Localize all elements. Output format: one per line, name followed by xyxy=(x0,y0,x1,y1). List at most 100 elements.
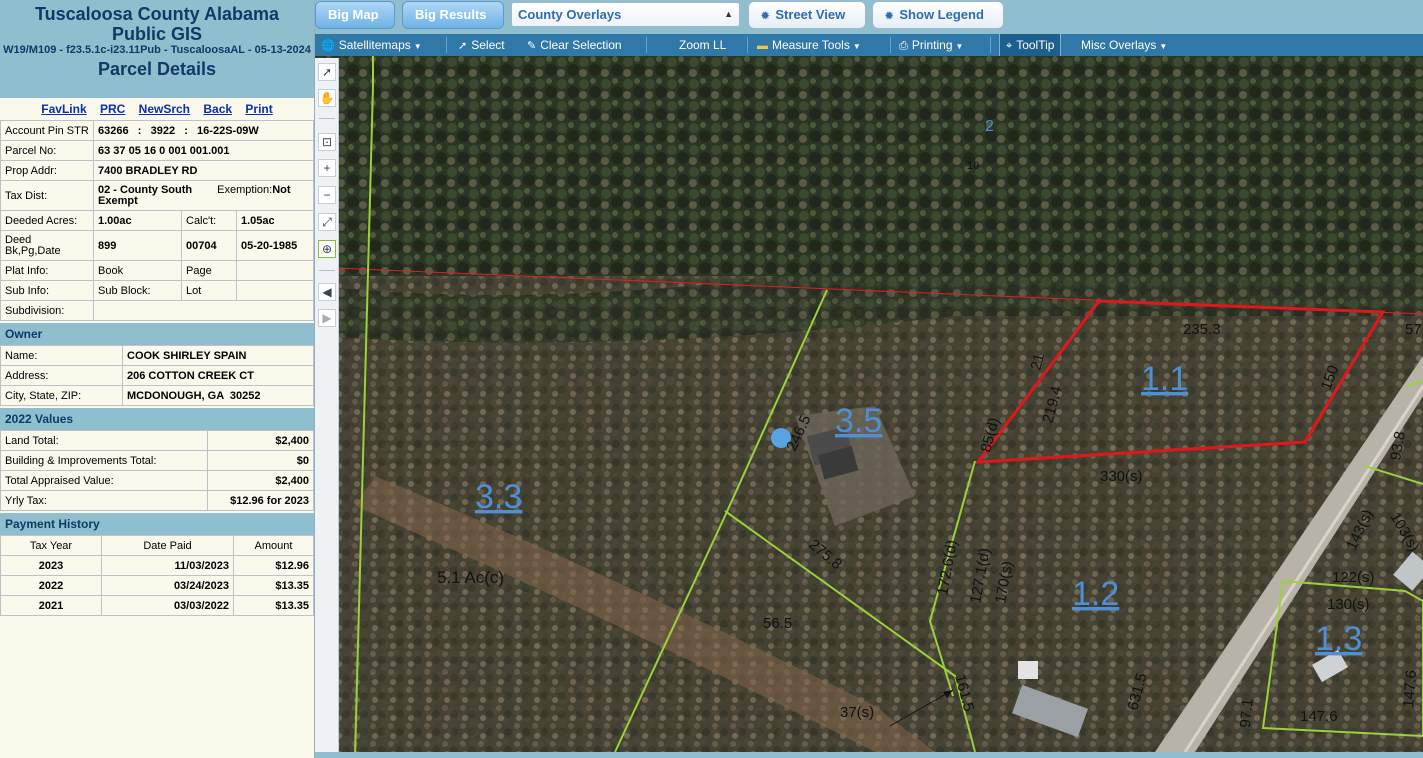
pan-hand-icon[interactable]: ✋ xyxy=(318,89,336,107)
deed-page: 00704 xyxy=(181,230,237,261)
dimension-label: 275.8 xyxy=(805,536,845,573)
dimension-label: 147.6 xyxy=(1400,669,1420,708)
dimension-label: 235.3 xyxy=(1183,321,1221,338)
dimension-label: 122(s) xyxy=(1332,569,1375,586)
toolbar-divider xyxy=(890,37,891,53)
deed-date: 05-20-1985 xyxy=(236,230,314,261)
tax-dist-value: 02 - County South Exemption:Not Exempt xyxy=(93,180,314,211)
tooltip-icon: ⌖ xyxy=(1006,40,1013,52)
print-link[interactable]: Print xyxy=(245,102,272,116)
parcel-boundary-line xyxy=(354,56,374,752)
account-label: Account Pin STR xyxy=(0,120,94,141)
table-row: Prop Addr: 7400 BRADLEY RD xyxy=(0,160,314,181)
dimension-label: 330(s) xyxy=(1100,468,1143,485)
parcel-label-3-5[interactable]: 3.5 xyxy=(835,402,882,440)
select-tool[interactable]: ➚ Select xyxy=(458,34,505,56)
basemap-menu[interactable]: 🌐 Satellitemaps ▼ xyxy=(321,34,422,56)
printing-label: Printing xyxy=(911,38,953,52)
big-results-button[interactable]: Big Results xyxy=(402,1,504,29)
zoom-box-icon[interactable]: ⊡ xyxy=(318,133,336,151)
newsrch-link[interactable]: NewSrch xyxy=(139,102,190,116)
zoom-out-icon[interactable]: − xyxy=(318,186,336,204)
measure-tools-label: Measure Tools xyxy=(772,38,850,52)
dimension-label: 97.1 xyxy=(1237,698,1256,729)
site-title: Tuscaloosa County Alabama Public GIS xyxy=(0,4,314,44)
acreage-label: 5.1 Ac(c) xyxy=(437,568,504,587)
zoom-selection-icon[interactable]: ⊕ xyxy=(318,240,336,258)
dimension-label: 21 xyxy=(1027,352,1048,373)
dimension-label: 143(s) xyxy=(1343,507,1376,553)
parcel-label-1-2[interactable]: 1.2 xyxy=(1072,575,1119,613)
deeded-acres-label: Deeded Acres: xyxy=(0,210,94,231)
col-header-tax-year: Tax Year xyxy=(0,535,102,556)
clear-selection-tool[interactable]: ✎ Clear Selection xyxy=(527,34,622,56)
zoom-in-icon[interactable]: + xyxy=(318,159,336,177)
table-row: 2023 11/03/2023 $12.96 xyxy=(0,555,314,576)
pay-date: 03/24/2023 xyxy=(101,575,234,596)
tooltip-toggle[interactable]: ⌖ ToolTip xyxy=(999,34,1062,56)
deeded-acres-value: 1.00ac xyxy=(93,210,182,231)
full-extent-icon[interactable]: ⤢ xyxy=(318,213,336,231)
dimension-label: 219.4 xyxy=(1039,384,1065,425)
misc-overlays-menu[interactable]: Misc Overlays ▼ xyxy=(1081,34,1167,56)
show-legend-button[interactable]: ✹ Show Legend xyxy=(872,1,1004,29)
pointer-tool-icon[interactable]: ➚ xyxy=(318,63,336,81)
parcel-label-1-1[interactable]: 1.1 xyxy=(1141,360,1188,398)
calct-value: 1.05ac xyxy=(236,210,314,231)
parcel-label-3-3[interactable]: 3.3 xyxy=(475,478,522,516)
parcel-label-1-3[interactable]: 1.3 xyxy=(1315,620,1362,658)
pay-date: 03/03/2022 xyxy=(101,595,234,616)
plat-label: Plat Info: xyxy=(0,260,94,281)
zoom-ll-tool[interactable]: Zoom LL xyxy=(679,34,726,56)
parcel-no-value: 63 37 05 16 0 001 001.001 xyxy=(93,140,314,161)
value-amount: $0 xyxy=(207,450,314,471)
site-title-line-1: Tuscaloosa County Alabama xyxy=(34,4,280,24)
table-row: Account Pin STR 63266 : 3922 : 16-22S-09… xyxy=(0,120,314,141)
value-label: Land Total: xyxy=(0,430,208,451)
site-title-line-2: Public GIS xyxy=(111,24,203,44)
county-overlays-select[interactable]: County Overlays ▲▼ xyxy=(511,2,740,42)
prc-link[interactable]: PRC xyxy=(100,102,125,116)
dimension-label: 37(s) xyxy=(840,704,874,721)
table-row: City, State, ZIP: MCDONOUGH, GA 30252 xyxy=(0,385,314,406)
parcel-info-table: Account Pin STR 63266 : 3922 : 16-22S-09… xyxy=(0,120,314,321)
account-value: 63266 : 3922 : 16-22S-09W xyxy=(93,120,314,141)
table-row: Plat Info: Book Page xyxy=(0,260,314,281)
panel-title: Parcel Details xyxy=(97,59,217,79)
owner-address: 206 COTTON CREEK CT xyxy=(122,365,314,386)
map-canvas[interactable]: 1.1 1.2 1.3 3.3 3.5 2 5.1 Ac(c) 10 235.3… xyxy=(315,56,1423,752)
table-row: Building & Improvements Total: $0 xyxy=(0,450,314,471)
toolbar-divider xyxy=(446,37,447,53)
owner-csz: MCDONOUGH, GA 30252 xyxy=(122,385,314,406)
parcel-label-2[interactable]: 2 xyxy=(985,118,994,135)
table-row: Address: 206 COTTON CREEK CT xyxy=(0,365,314,386)
pay-date: 11/03/2023 xyxy=(101,555,234,576)
previous-extent-icon[interactable]: ◀ xyxy=(318,283,336,301)
favlink-link[interactable]: FavLink xyxy=(41,102,86,116)
map-side-toolbar: ➚ ✋ ⊡ + − ⤢ ⊕ ◀ ▶ xyxy=(315,58,339,754)
owner-name: COOK SHIRLEY SPAIN xyxy=(122,345,314,366)
table-row: Subdivision: xyxy=(0,300,314,321)
pay-year: 2023 xyxy=(0,555,102,576)
basemap-label: Satellitemaps xyxy=(338,38,411,52)
value-label: Total Appraised Value: xyxy=(0,470,208,491)
subdivision-value xyxy=(93,300,314,321)
dimension-label: 161.5 xyxy=(951,673,977,714)
dimension-label: 10 xyxy=(967,160,979,172)
table-row: Name: COOK SHIRLEY SPAIN xyxy=(0,345,314,366)
table-row: Deed Bk,Pg,Date 899 00704 05-20-1985 xyxy=(0,230,314,261)
globe-icon: 🌐 xyxy=(321,40,335,52)
value-label: Yrly Tax: xyxy=(0,490,208,511)
next-extent-icon[interactable]: ▶ xyxy=(318,309,336,327)
street-view-button[interactable]: ✹ Street View xyxy=(748,1,866,29)
caret-down-icon: ▼ xyxy=(1159,42,1168,51)
big-map-button[interactable]: Big Map xyxy=(315,1,395,29)
dimension-label: 103(s) xyxy=(1387,510,1423,555)
tax-dist-label: Tax Dist: xyxy=(0,180,94,211)
measure-tools-menu[interactable]: ▬ Measure Tools ▼ xyxy=(757,34,861,56)
clear-selection-label: Clear Selection xyxy=(540,38,622,52)
back-link[interactable]: Back xyxy=(203,102,232,116)
caret-down-icon: ▼ xyxy=(955,42,964,51)
printing-menu[interactable]: ⎙ Printing ▼ xyxy=(899,34,963,56)
version-string: W19/M109 - f23.5.1c-i23.11Pub - Tuscaloo… xyxy=(3,44,311,56)
